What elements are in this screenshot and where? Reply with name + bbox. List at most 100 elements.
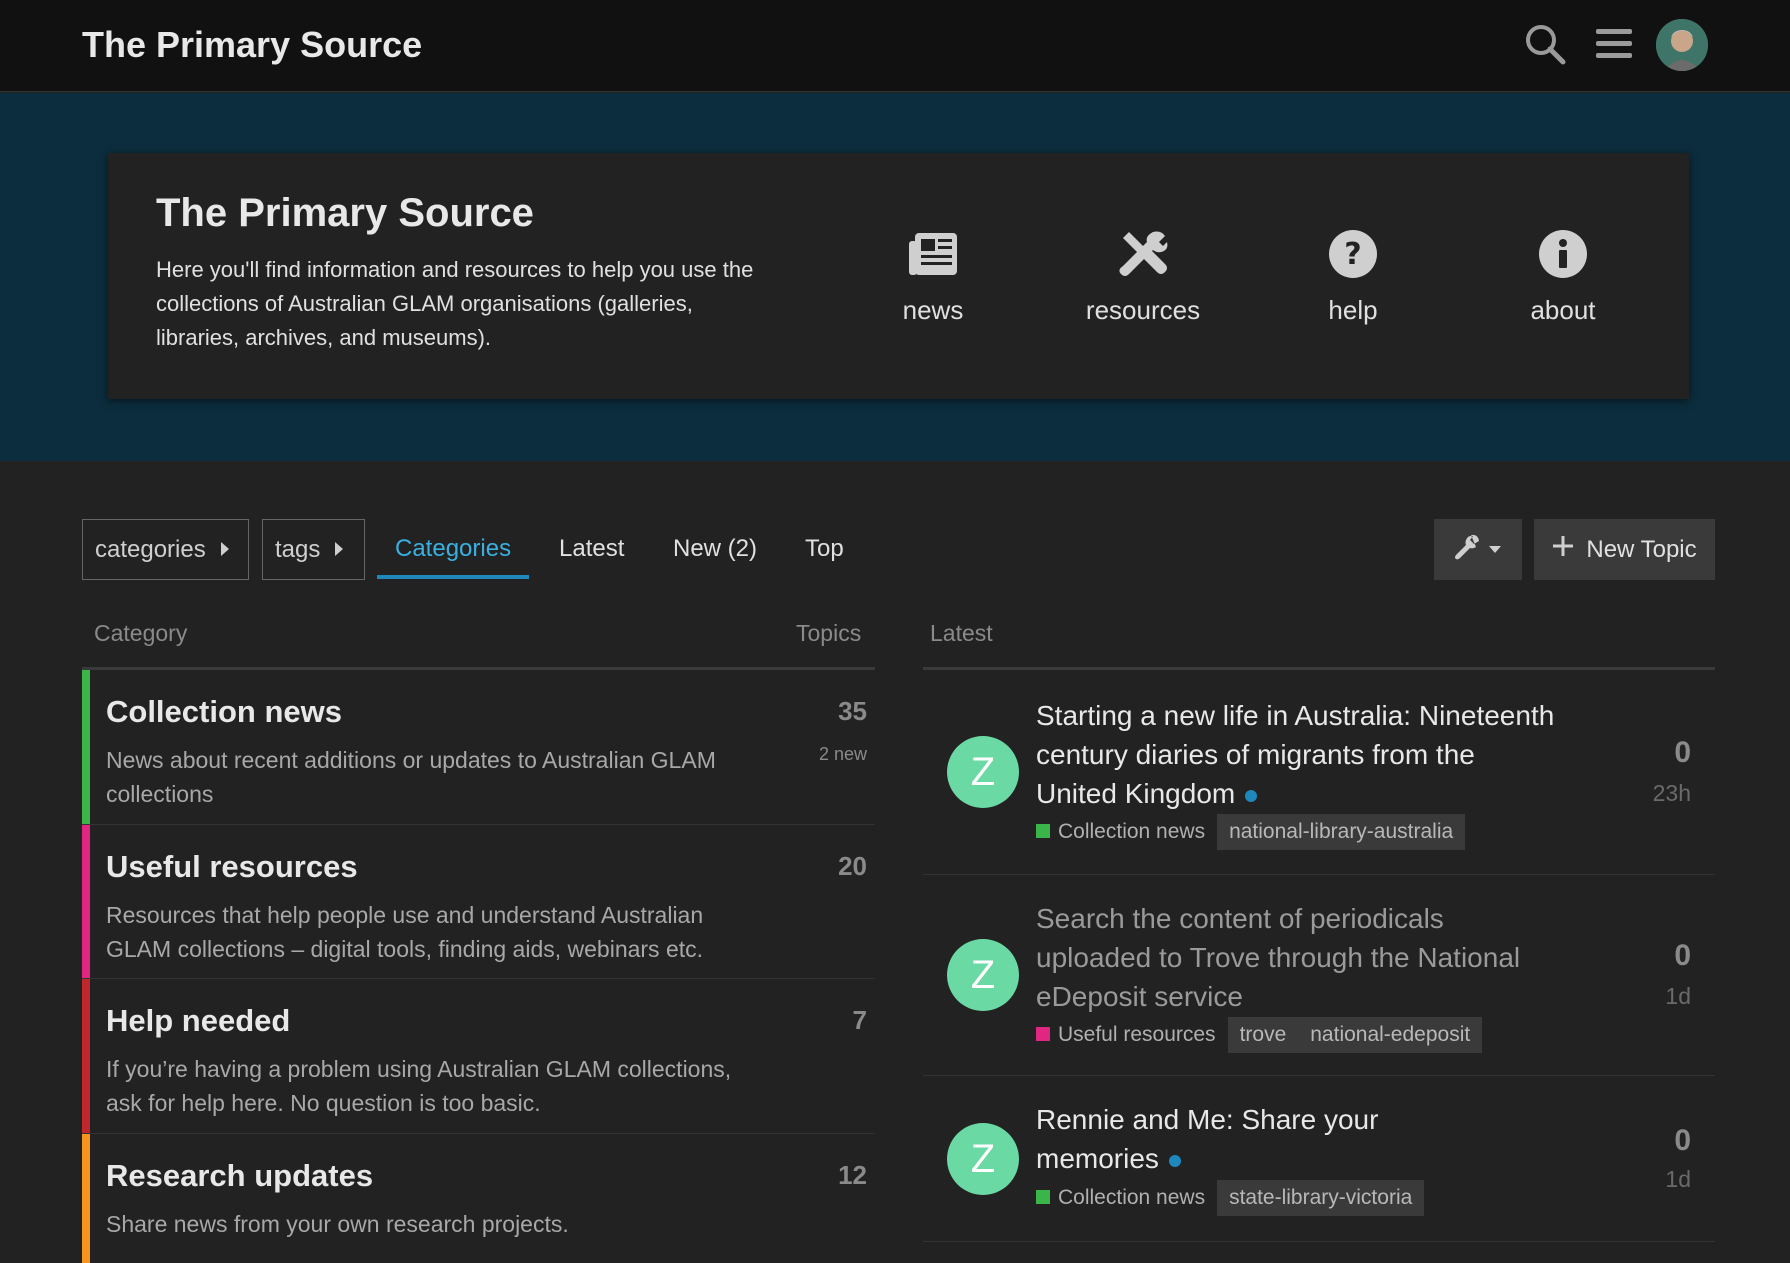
banner-description: Here you'll find information and resourc… [156,257,754,350]
categories-dropdown[interactable]: categories [82,519,249,580]
tag[interactable]: national-library-australia [1229,820,1453,844]
svg-text:?: ? [1344,237,1361,272]
category-color-bar [82,825,90,978]
tags-dropdown[interactable]: tags [262,519,365,580]
user-avatar[interactable] [1656,19,1708,71]
category-name[interactable]: Useful resources [106,849,358,885]
active-tab-indicator [377,575,529,579]
newspaper-icon [853,225,1013,283]
topic-reply-count: 0 [1674,736,1691,769]
category-color-bar [82,1134,90,1263]
question-circle-icon: ? [1273,225,1433,283]
welcome-banner: The Primary Source Here you'll find info… [108,153,1689,399]
topic-reply-count: 0 [1674,939,1691,972]
topic-title[interactable]: Rennie and Me: Share your memories [1036,1100,1416,1178]
category-topic-count: 12 [838,1160,867,1190]
caret-down-icon [1488,541,1502,559]
search-icon[interactable] [1521,20,1569,68]
category-color-square [1036,1027,1050,1041]
hamburger-menu-icon[interactable] [1590,20,1638,68]
topic-category-badge[interactable]: Useful resources [1036,1023,1216,1047]
topic-meta: Useful resources trove national-edeposit [1036,1017,1483,1053]
category-color-bar [82,979,90,1133]
banner-title: The Primary Source [156,191,534,235]
topic-row[interactable]: Z Starting a new life in Australia: Nine… [923,670,1715,875]
admin-tools-button[interactable] [1434,519,1522,580]
topic-reply-count: 0 [1674,1124,1691,1157]
latest-column-header: Latest [930,620,993,646]
banner-link-about[interactable]: about [1483,225,1643,326]
topic-activity-age[interactable]: 23h [1653,780,1691,807]
tags-dropdown-label: tags [275,535,321,563]
category-topic-count: 7 [852,1005,867,1035]
tab-top[interactable]: Top [805,535,844,563]
topic-row[interactable]: Z Search the content of periodicals uplo… [923,875,1715,1076]
site-title[interactable]: The Primary Source [82,24,422,66]
category-name[interactable]: Research updates [106,1158,373,1194]
categories-dropdown-label: categories [95,535,206,563]
category-new-count[interactable]: 2 new [819,744,867,765]
plus-icon [1552,535,1574,564]
category-description: News about recent additions or updates t… [106,747,716,807]
topic-author-avatar[interactable]: Z [947,736,1019,808]
category-column-header: Category [94,620,188,646]
banner-link-resources[interactable]: resources [1063,225,1223,326]
banner-link-news[interactable]: news [853,225,1013,326]
topic-author-avatar[interactable]: Z [947,939,1019,1011]
topic-category-badge[interactable]: Collection news [1036,1186,1205,1210]
new-topic-button[interactable]: New Topic [1534,519,1715,580]
tab-latest[interactable]: Latest [559,535,624,563]
category-row-help-needed[interactable]: Help needed If you’re having a problem u… [82,979,875,1134]
category-topic-count: 20 [838,851,867,881]
topic-tags: state-library-victoria [1217,1180,1425,1216]
category-row-useful-resources[interactable]: Useful resources Resources that help peo… [82,825,875,979]
category-description: Share news from your own research projec… [106,1211,569,1237]
topic-category-label: Collection news [1058,820,1206,843]
topic-row[interactable]: Z Rennie and Me: Share your memories Col… [923,1076,1715,1242]
category-color-square [1036,824,1050,838]
category-topic-count: 35 [838,696,867,726]
banner-link-label: resources [1085,295,1201,325]
tab-new[interactable]: New (2) [673,535,757,563]
category-description: If you’re having a problem using Austral… [106,1056,732,1116]
topic-category-label: Collection news [1058,1186,1206,1209]
topic-author-avatar[interactable]: Z [947,1123,1019,1195]
banner-link-label: about [1530,295,1596,325]
category-description: Resources that help people use and under… [106,902,704,962]
banner-link-label: help [1328,295,1378,325]
tab-categories[interactable]: Categories [395,535,511,563]
caret-right-icon [220,536,230,564]
topic-title-text[interactable]: Rennie and Me: Share your memories [1036,1104,1378,1174]
new-topic-label: New Topic [1586,535,1697,563]
category-row-research-updates[interactable]: Research updates Share news from your ow… [82,1134,875,1263]
topic-meta: Collection news state-library-victoria [1036,1180,1425,1216]
caret-right-icon [334,536,344,564]
tools-icon [1063,225,1223,283]
unread-indicator [1168,1154,1181,1167]
topic-title[interactable]: Search the content of periodicals upload… [1036,899,1556,1016]
topic-activity-age[interactable]: 1d [1665,983,1691,1010]
tag[interactable]: trove [1240,1023,1287,1047]
category-name[interactable]: Help needed [106,1003,290,1039]
topics-column-header: Topics [796,620,862,646]
topic-tags: national-library-australia [1217,814,1466,850]
tag[interactable]: national-edeposit [1310,1023,1470,1047]
wrench-icon [1454,534,1480,565]
category-color-square [1036,1190,1050,1204]
topic-activity-age[interactable]: 1d [1665,1166,1691,1193]
category-color-bar [82,670,90,824]
unread-indicator [1245,789,1258,802]
banner-link-label: news [902,295,964,325]
category-name[interactable]: Collection news [106,694,342,730]
topic-category-label: Useful resources [1058,1023,1216,1046]
tag[interactable]: state-library-victoria [1229,1186,1412,1210]
topic-category-badge[interactable]: Collection news [1036,820,1205,844]
topic-meta: Collection news national-library-austral… [1036,814,1466,850]
category-row-collection-news[interactable]: Collection news News about recent additi… [82,670,875,825]
topic-title[interactable]: Starting a new life in Australia: Ninete… [1036,696,1556,813]
topic-tags: trove national-edeposit [1227,1017,1483,1053]
info-circle-icon [1483,225,1643,283]
topic-title-text[interactable]: Starting a new life in Australia: Ninete… [1036,700,1554,809]
site-header: The Primary Source [0,0,1790,92]
banner-link-help[interactable]: ? help [1273,225,1433,326]
